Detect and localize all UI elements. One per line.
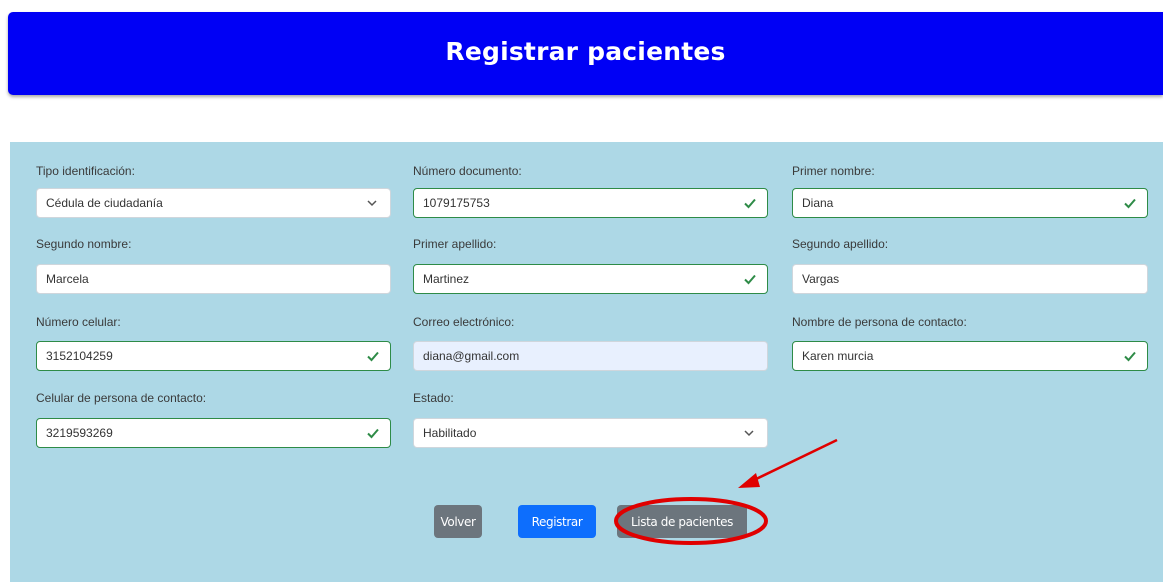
- tipo-identificacion-select[interactable]: Cédula de ciudadanía: [36, 188, 391, 218]
- nombre-contacto-input[interactable]: Karen murcia: [792, 341, 1148, 371]
- chevron-down-icon: [744, 430, 754, 437]
- registrar-button[interactable]: Registrar: [518, 505, 596, 538]
- primer-apellido-input[interactable]: Martinez: [413, 264, 768, 294]
- primer-nombre-input[interactable]: Diana: [792, 188, 1148, 218]
- correo-input[interactable]: diana@gmail.com: [413, 341, 768, 371]
- numero-celular-value: 3152104259: [46, 349, 113, 363]
- estado-value: Habilitado: [423, 426, 477, 440]
- celular-contacto-value: 3219593269: [46, 426, 113, 440]
- page-header: Registrar pacientes: [8, 12, 1163, 95]
- primer-apellido-value: Martinez: [423, 272, 470, 286]
- segundo-nombre-label: Segundo nombre:: [36, 237, 132, 251]
- page-title: Registrar pacientes: [445, 37, 726, 66]
- lista-pacientes-button[interactable]: Lista de pacientes: [617, 505, 747, 538]
- numero-celular-input[interactable]: 3152104259: [36, 341, 391, 371]
- segundo-nombre-input[interactable]: Marcela: [36, 264, 391, 294]
- primer-apellido-label: Primer apellido:: [413, 237, 497, 251]
- numero-documento-input[interactable]: 1079175753: [413, 188, 768, 218]
- estado-select[interactable]: Habilitado: [413, 418, 768, 448]
- correo-value: diana@gmail.com: [423, 349, 520, 363]
- segundo-nombre-value: Marcela: [46, 272, 89, 286]
- check-icon: [744, 274, 756, 285]
- check-icon: [1124, 198, 1136, 209]
- segundo-apellido-input[interactable]: Vargas: [792, 264, 1148, 294]
- numero-documento-label: Número documento:: [413, 164, 522, 178]
- correo-label: Correo electrónico:: [413, 315, 515, 329]
- tipo-identificacion-label: Tipo identificación:: [36, 164, 135, 178]
- celular-contacto-input[interactable]: 3219593269: [36, 418, 391, 448]
- nombre-contacto-label: Nombre de persona de contacto:: [792, 315, 967, 329]
- primer-nombre-label: Primer nombre:: [792, 164, 875, 178]
- celular-contacto-label: Celular de persona de contacto:: [36, 391, 207, 405]
- tipo-identificacion-value: Cédula de ciudadanía: [46, 196, 163, 210]
- primer-nombre-value: Diana: [802, 196, 834, 210]
- volver-button[interactable]: Volver: [434, 505, 482, 538]
- chevron-down-icon: [367, 200, 377, 207]
- nombre-contacto-value: Karen murcia: [802, 349, 874, 363]
- segundo-apellido-value: Vargas: [802, 272, 840, 286]
- check-icon: [367, 428, 379, 439]
- check-icon: [1124, 351, 1136, 362]
- segundo-apellido-label: Segundo apellido:: [792, 237, 889, 251]
- check-icon: [744, 198, 756, 209]
- numero-documento-value: 1079175753: [423, 196, 490, 210]
- check-icon: [367, 351, 379, 362]
- estado-label: Estado:: [413, 391, 454, 405]
- numero-celular-label: Número celular:: [36, 315, 121, 329]
